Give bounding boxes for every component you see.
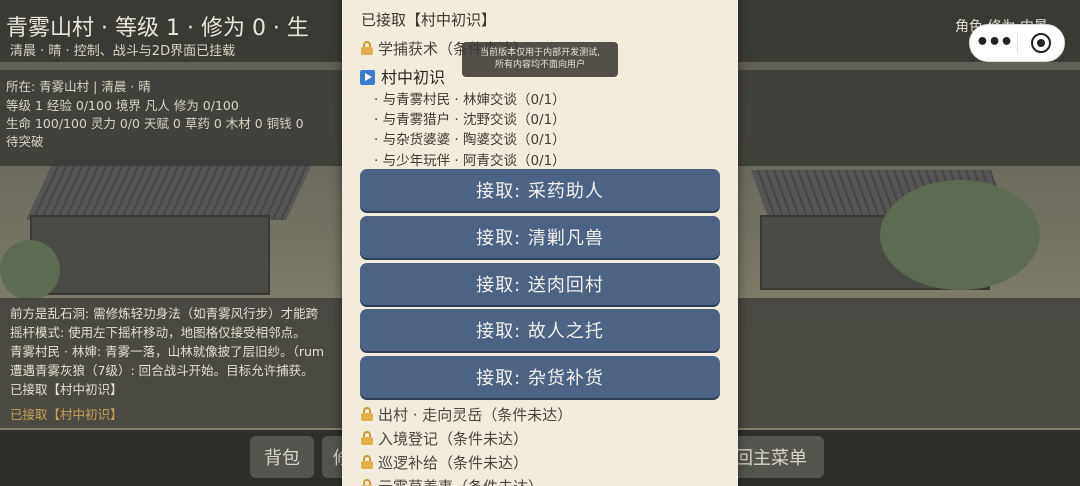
village-house (30, 215, 270, 295)
quest-objective: · 与青雾村民 · 林婶交谈（0/1） (374, 92, 566, 108)
lock-icon (361, 41, 373, 55)
toast-line: 当前版本仅用于内部开发测试, (480, 48, 600, 58)
accept-quest-button[interactable]: 接取: 清剿凡兽 (360, 216, 720, 258)
lock-icon (361, 479, 373, 486)
stat-breakthrough: 待突破 (6, 134, 44, 149)
locked-quest-label: 巡逻补给（条件未达） (378, 454, 529, 472)
log-line: 遭遇青雾灰狼（7级）: 回合战斗开始。目标允许捕获。 (10, 363, 314, 378)
tree (0, 240, 60, 300)
log-highlight: 已接取【村中初识】 (10, 407, 123, 422)
log-line: 青雾村民 · 林婶: 青雾一落，山林就像披了层旧纱。（rum (10, 344, 325, 359)
locked-quest-label: 云雾草养事（条件未达） (378, 478, 543, 486)
quest-objective: · 与少年玩伴 · 阿青交谈（0/1） (374, 153, 566, 169)
bag-button[interactable]: 背包 (250, 436, 314, 478)
active-quest-title[interactable]: 村中初识 (360, 64, 445, 88)
locked-quest-row[interactable]: 出村 · 走向灵岳（条件未达） (361, 404, 572, 425)
dev-notice-toast: 当前版本仅用于内部开发测试, 所有内容均不面向用户 (462, 42, 618, 77)
accepted-quest-header: 已接取【村中初识】 (361, 11, 497, 29)
locked-quest-label: 出村 · 走向灵岳（条件未达） (378, 406, 573, 424)
stat-location: 所在: 青雾山村 | 清晨 · 晴 (6, 79, 151, 94)
lock-icon (361, 431, 373, 445)
locked-quest-row[interactable]: 入境登记（条件未达） (361, 428, 528, 449)
locked-quest-row[interactable]: 巡逻补给（条件未达） (361, 452, 528, 473)
play-icon (360, 70, 375, 85)
log-line: 已接取【村中初识】 (10, 382, 123, 397)
quest-objective: · 与杂货婆婆 · 陶婆交谈（0/1） (374, 132, 566, 148)
quest-objective: · 与青雾猎户 · 沈野交谈（0/1） (374, 112, 566, 128)
log-line: 前方是乱石洞: 需修炼轻功身法（如青雾风行步）才能跨 (10, 306, 319, 321)
village-roof (26, 160, 314, 220)
hud-title: 青雾山村 · 等级 1 · 修为 0 · 生 (6, 16, 309, 41)
accept-quest-button[interactable]: 接取: 杂货补货 (360, 356, 720, 398)
target-circle-icon[interactable] (1018, 33, 1064, 53)
accept-quest-button[interactable]: 接取: 采药助人 (360, 169, 720, 211)
hud-subtitle: 清晨 · 晴 · 控制、战斗与2D界面已挂载 (10, 44, 236, 59)
accept-quest-button[interactable]: 接取: 送肉回村 (360, 263, 720, 305)
accept-quest-button[interactable]: 接取: 故人之托 (360, 309, 720, 351)
stat-level: 等级 1 经验 0/100 境界 凡人 修为 0/100 (6, 98, 239, 113)
log-line: 摇杆模式: 使用左下摇杆移动，地图格仅接受相邻点。 (10, 325, 306, 340)
toast-line: 所有内容均不面向用户 (494, 60, 585, 70)
locked-quest-row[interactable]: 云雾草养事（条件未达） (361, 476, 543, 486)
miniprogram-capsule: ••• (969, 24, 1065, 62)
more-dots-icon[interactable]: ••• (970, 24, 1017, 62)
tree (880, 180, 1040, 290)
lock-icon (361, 407, 373, 421)
locked-quest-label: 入境登记（条件未达） (378, 430, 529, 448)
active-quest-label: 村中初识 (381, 68, 446, 87)
lock-icon (361, 455, 373, 469)
stat-resources: 生命 100/100 灵力 0/0 天赋 0 草药 0 木材 0 铜钱 0 (6, 116, 304, 131)
